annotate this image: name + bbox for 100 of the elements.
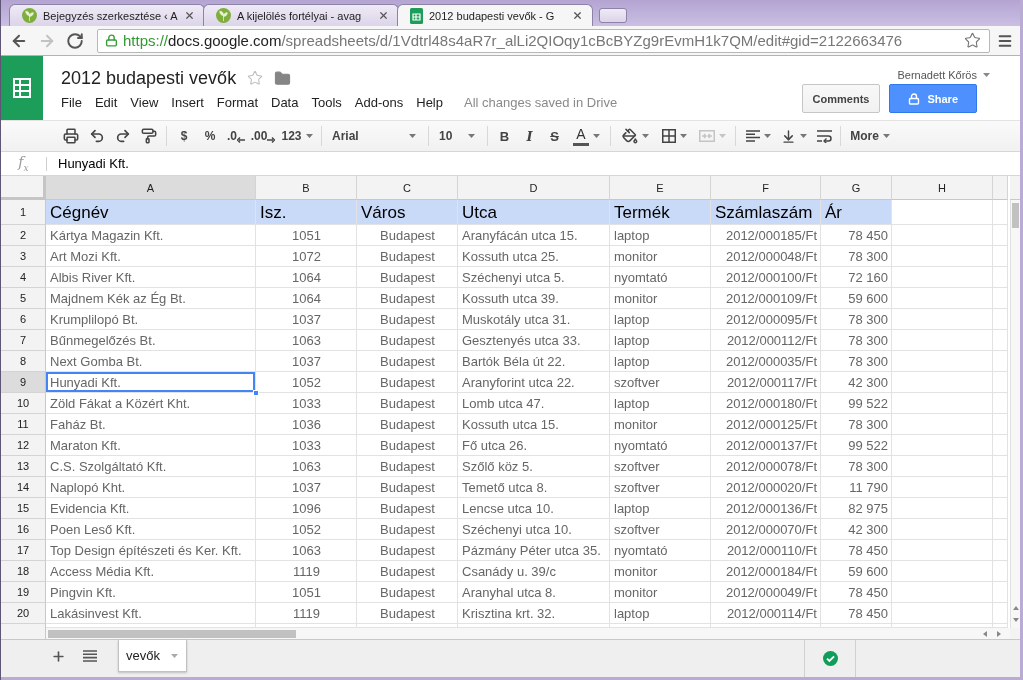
close-icon[interactable]	[378, 10, 389, 21]
document-title[interactable]: 2012 budapesti vevők	[61, 67, 237, 89]
menu-item[interactable]: Help	[416, 94, 443, 110]
vertical-scrollbar[interactable]	[1010, 200, 1020, 628]
row-header[interactable]: 16	[1, 519, 46, 540]
column-header[interactable]: G	[821, 176, 892, 200]
row-header[interactable]: 20	[1, 603, 46, 624]
row-header[interactable]: 12	[1, 435, 46, 456]
leaf-icon	[216, 8, 231, 23]
close-icon[interactable]	[184, 10, 195, 21]
font-dropdown[interactable]: Arial	[326, 123, 424, 149]
column-header[interactable]: H	[892, 176, 993, 200]
table-cell: 2012/000180/Ft	[711, 393, 821, 414]
formula-label: f$_{x}$	[16, 154, 30, 173]
column-header[interactable]: B	[256, 176, 357, 200]
align-bottom-icon[interactable]	[781, 128, 796, 144]
row-header[interactable]: 8	[1, 351, 46, 372]
browser-tab[interactable]: Bejegyzés szerkesztése ‹ A	[9, 4, 205, 26]
row-header[interactable]: 3	[1, 246, 46, 267]
comments-button[interactable]: Comments	[801, 84, 881, 113]
scroll-up-icon[interactable]	[1012, 605, 1019, 611]
sheet-tab[interactable]: vevők	[118, 640, 187, 672]
row-header[interactable]: 13	[1, 456, 46, 477]
scroll-right-icon[interactable]	[996, 630, 1002, 637]
row-header[interactable]: 18	[1, 561, 46, 582]
column-header[interactable]: D	[458, 176, 610, 200]
row-header[interactable]: 4	[1, 267, 46, 288]
check-circle-icon	[822, 651, 838, 666]
new-tab-button[interactable]	[599, 8, 627, 23]
menu-item[interactable]: Format	[216, 94, 258, 110]
address-field[interactable]: https://docs.google.com/spreadsheets/d/1Vdtrl48s4aR7r_alLi2QIOqy1cBcBYZg9rEvmH1k7QM/edit#gid=2122663476	[97, 28, 990, 53]
row-header[interactable]: 11	[1, 414, 46, 435]
menu-item[interactable]: Data	[271, 94, 299, 110]
column-header[interactable]: E	[610, 176, 711, 200]
undo-icon[interactable]	[89, 128, 105, 144]
table-cell: laptop	[610, 225, 711, 246]
row-header[interactable]: 2	[1, 225, 46, 246]
font-size-dropdown[interactable]: 10	[433, 123, 483, 149]
add-sheet-icon[interactable]	[51, 648, 66, 664]
reload-icon[interactable]	[66, 31, 84, 50]
increase-decimals-button[interactable]: .00	[249, 123, 277, 149]
text-wrap-icon[interactable]	[816, 129, 832, 143]
selection-handle[interactable]	[253, 390, 259, 396]
browser-tab[interactable]: A kijelölés fortélyai - avag	[203, 4, 399, 26]
table-cell: Budapest	[357, 561, 458, 582]
row-header[interactable]: 6	[1, 309, 46, 330]
menu-item[interactable]: File	[61, 94, 82, 110]
menu-item[interactable]: Insert	[171, 94, 204, 110]
row-header[interactable]: 15	[1, 498, 46, 519]
bookmark-star-icon[interactable]	[964, 32, 981, 49]
more-button[interactable]: More	[845, 123, 895, 149]
menu-item[interactable]: Edit	[94, 94, 118, 110]
row-header[interactable]: 14	[1, 477, 46, 498]
menu-item[interactable]: Tools	[311, 94, 342, 110]
column-header[interactable]: C	[357, 176, 458, 200]
formula-input[interactable]: Hunyadi Kft.	[47, 152, 1020, 175]
row-header[interactable]: 17	[1, 540, 46, 561]
redo-icon[interactable]	[115, 128, 131, 144]
folder-icon[interactable]	[274, 69, 292, 87]
borders-icon[interactable]	[661, 129, 676, 143]
menu-item[interactable]: View	[130, 94, 159, 110]
print-icon[interactable]	[63, 128, 79, 144]
table-cell: Budapest	[357, 288, 458, 309]
percent-button[interactable]: %	[197, 123, 223, 149]
header-cell: Város	[357, 200, 458, 225]
paint-roller-icon[interactable]	[141, 128, 157, 144]
row-header[interactable]: 1	[1, 200, 46, 225]
number-format-button[interactable]: 123	[277, 123, 317, 149]
scrollbar-thumb[interactable]	[48, 629, 296, 638]
browser-tab[interactable]: 2012 budapesti vevők - G	[397, 4, 593, 26]
scrollbar-thumb[interactable]	[1012, 203, 1019, 228]
strikethrough-button[interactable]: S	[542, 123, 567, 149]
table-cell: Csanády u. 39/c	[458, 561, 610, 582]
table-cell: 1051	[256, 582, 357, 603]
row-header[interactable]: 10	[1, 393, 46, 414]
scroll-left-icon[interactable]	[982, 630, 988, 637]
account-menu[interactable]: Bernadett Kőrös	[897, 68, 990, 82]
horizontal-scrollbar[interactable]	[46, 628, 1010, 639]
row-header[interactable]: 9	[1, 372, 46, 393]
menu-item[interactable]: Add-ons	[354, 94, 404, 110]
italic-button[interactable]: I	[517, 123, 542, 149]
row-header[interactable]: 7	[1, 330, 46, 351]
paint-bucket-icon[interactable]	[621, 128, 638, 144]
column-header[interactable]: F	[711, 176, 821, 200]
align-left-icon[interactable]	[745, 130, 760, 142]
close-icon[interactable]	[572, 10, 583, 21]
menu-icon[interactable]	[997, 32, 1013, 49]
column-header[interactable]: A	[46, 176, 256, 200]
text-color-button[interactable]: A	[567, 123, 606, 149]
currency-button[interactable]: $	[171, 123, 197, 149]
spreadsheet-logo-icon[interactable]	[1, 56, 43, 120]
sheet-list-icon[interactable]	[83, 650, 97, 662]
row-header[interactable]: 19	[1, 582, 46, 603]
table-cell: 78 300	[821, 309, 892, 330]
scroll-down-icon[interactable]	[1012, 617, 1019, 623]
table-cell: Széchenyi utca 5.	[458, 267, 610, 288]
star-icon[interactable]	[247, 70, 264, 86]
bold-button[interactable]: B	[492, 123, 517, 149]
decrease-decimals-button[interactable]: .0	[223, 123, 249, 149]
row-header[interactable]: 5	[1, 288, 46, 309]
